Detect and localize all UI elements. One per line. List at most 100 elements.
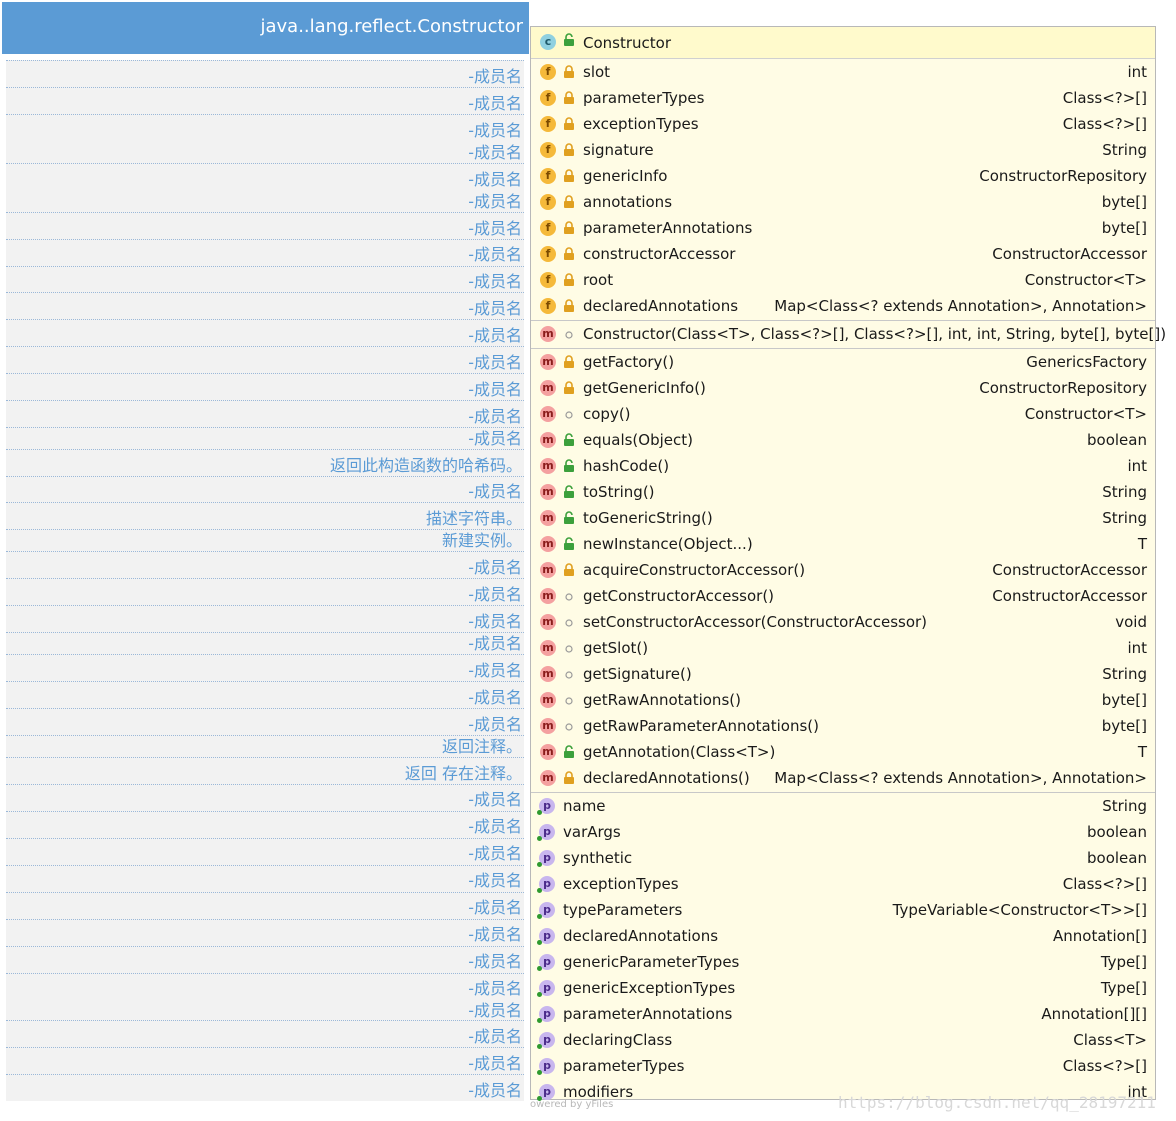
property-access-dot-icon bbox=[537, 836, 542, 841]
property-row[interactable]: p declaredAnnotations Annotation[] bbox=[531, 923, 1155, 949]
property-row[interactable]: p genericExceptionTypes Type[] bbox=[531, 975, 1155, 1001]
member-name: root bbox=[583, 271, 614, 289]
method-row[interactable]: m getSignature() String bbox=[531, 661, 1155, 687]
description-text: -成员名 bbox=[468, 612, 522, 631]
property-row[interactable]: p exceptionTypes Class<?>[] bbox=[531, 871, 1155, 897]
member-name: parameterAnnotations bbox=[583, 219, 753, 237]
method-row[interactable]: m copy() Constructor<T> bbox=[531, 401, 1155, 427]
member-name: hashCode() bbox=[583, 457, 670, 475]
field-row[interactable]: f signature String bbox=[531, 137, 1155, 163]
member-type: T bbox=[1137, 535, 1147, 553]
member-name: declaredAnnotations bbox=[563, 927, 719, 945]
private-lock-icon bbox=[564, 355, 574, 368]
method-row[interactable]: m getRawAnnotations() byte[] bbox=[531, 687, 1155, 713]
method-row[interactable]: m equals(Object) boolean bbox=[531, 427, 1155, 453]
method-row[interactable]: m setConstructorAccessor(ConstructorAcces… bbox=[531, 609, 1155, 635]
method-row[interactable]: m Constructor(Class<T>, Class<?>[], Class… bbox=[531, 321, 1166, 347]
member-name: getConstructorAccessor() bbox=[583, 587, 775, 605]
yfiles-watermark: owered by yFiles bbox=[530, 1099, 614, 1110]
description-text: -成员名 bbox=[468, 143, 522, 162]
description-row-text-wrap: -成员名 bbox=[6, 1050, 524, 1073]
property-row[interactable]: p typeParameters TypeVariable<Constructor<… bbox=[531, 897, 1155, 923]
method-row[interactable]: m newInstance(Object...) T bbox=[531, 531, 1155, 557]
public-visibility-icon bbox=[564, 459, 574, 472]
method-icon: m bbox=[540, 770, 556, 786]
method-row[interactable]: m declaredAnnotations() Map<Class<? extend… bbox=[531, 765, 1155, 791]
description-row-text-wrap: -成员名 bbox=[6, 268, 524, 291]
property-row[interactable]: p genericParameterTypes Type[] bbox=[531, 949, 1155, 975]
property-row[interactable]: p declaringClass Class<T> bbox=[531, 1027, 1155, 1053]
method-row[interactable]: m getRawParameterAnnotations() byte[] bbox=[531, 713, 1155, 739]
field-row[interactable]: f root Constructor<T> bbox=[531, 267, 1155, 293]
description-text: -成员名 bbox=[468, 817, 522, 836]
field-row[interactable]: f annotations byte[] bbox=[531, 189, 1155, 215]
member-name: declaringClass bbox=[563, 1031, 673, 1049]
description-row-text-wrap: -成员名 bbox=[6, 166, 524, 189]
field-icon: f bbox=[540, 298, 556, 314]
member-type: String bbox=[1102, 797, 1147, 815]
description-row-text-wrap: -成员名 bbox=[6, 894, 524, 917]
member-type: byte[] bbox=[1101, 691, 1147, 709]
package-visibility-icon bbox=[565, 619, 573, 627]
method-icon: m bbox=[540, 562, 556, 578]
property-row[interactable]: p name String bbox=[531, 793, 1155, 819]
field-row[interactable]: f genericInfo ConstructorRepository bbox=[531, 163, 1155, 189]
field-icon: f bbox=[540, 194, 556, 210]
description-text: -成员名 bbox=[468, 979, 522, 998]
method-row[interactable]: m getSlot() int bbox=[531, 635, 1155, 661]
member-type: Class<?>[] bbox=[1062, 1057, 1147, 1075]
private-lock-icon bbox=[564, 65, 574, 78]
description-row-text-wrap: -成员名 bbox=[6, 478, 524, 501]
property-access-dot-icon bbox=[537, 888, 542, 893]
member-name: annotations bbox=[583, 193, 673, 211]
member-type: Class<T> bbox=[1073, 1031, 1147, 1049]
package-visibility-icon bbox=[565, 723, 573, 731]
method-icon: m bbox=[540, 380, 556, 396]
property-access-dot-icon bbox=[537, 862, 542, 867]
member-type: String bbox=[1102, 665, 1147, 683]
method-row[interactable]: m hashCode() int bbox=[531, 453, 1155, 479]
field-row[interactable]: f exceptionTypes Class<?>[] bbox=[531, 111, 1155, 137]
description-row-text-wrap: -成员名 bbox=[6, 295, 524, 318]
description-row-text-wrap: -成员名 bbox=[6, 975, 524, 998]
field-icon: f bbox=[540, 272, 556, 288]
description-text: 返回 存在注释。 bbox=[404, 764, 522, 783]
property-row[interactable]: p varArgs boolean bbox=[531, 819, 1155, 845]
description-text: -成员名 bbox=[468, 661, 522, 680]
method-row[interactable]: m getConstructorAccessor() ConstructorAcce… bbox=[531, 583, 1155, 609]
field-icon: f bbox=[540, 90, 556, 106]
public-visibility-icon bbox=[564, 511, 574, 524]
method-row[interactable]: m getGenericInfo() ConstructorRepository bbox=[531, 375, 1155, 401]
method-row[interactable]: m toGenericString() String bbox=[531, 505, 1155, 531]
class-header[interactable]: c Constructor bbox=[531, 27, 1155, 59]
description-row-text-wrap: 描述字符串。 bbox=[6, 505, 524, 528]
method-row[interactable]: m toString() String bbox=[531, 479, 1155, 505]
field-row[interactable]: f parameterAnnotations byte[] bbox=[531, 215, 1155, 241]
property-row[interactable]: p parameterAnnotations Annotation[][] bbox=[531, 1001, 1155, 1027]
member-type: TypeVariable<Constructor<T>>[] bbox=[892, 901, 1147, 919]
description-text: -成员名 bbox=[468, 407, 522, 426]
private-lock-icon bbox=[564, 91, 574, 104]
private-lock-icon bbox=[564, 195, 574, 208]
field-row[interactable]: f parameterTypes Class<?>[] bbox=[531, 85, 1155, 111]
property-row[interactable]: p parameterTypes Class<?>[] bbox=[531, 1053, 1155, 1079]
member-name: Constructor(Class<T>, Class<?>[], Class<… bbox=[583, 325, 1167, 343]
method-icon: m bbox=[540, 666, 556, 682]
field-row[interactable]: f slot int bbox=[531, 59, 1155, 85]
member-type: int bbox=[1127, 457, 1147, 475]
member-type: Class<?>[] bbox=[1062, 89, 1147, 107]
description-text: -成员名 bbox=[468, 380, 522, 399]
method-row[interactable]: m getFactory() GenericsFactory bbox=[531, 349, 1155, 375]
field-row[interactable]: f declaredAnnotations Map<Class<? extends … bbox=[531, 293, 1155, 319]
method-row[interactable]: m acquireConstructorAccessor() Constructor… bbox=[531, 557, 1155, 583]
private-lock-icon bbox=[564, 143, 574, 156]
class-diagram-node[interactable]: c Constructor f slot int f parameterTypes Cla… bbox=[530, 26, 1166, 1101]
method-row[interactable]: m getAnnotation(Class<T>) T bbox=[531, 739, 1155, 765]
member-name: declaredAnnotations bbox=[583, 297, 739, 315]
property-row[interactable]: p synthetic boolean bbox=[531, 845, 1155, 871]
member-name: getFactory() bbox=[583, 353, 675, 371]
field-row[interactable]: f constructorAccessor ConstructorAccessor bbox=[531, 241, 1155, 267]
description-text: 返回注释。 bbox=[441, 737, 522, 756]
description-row-text-wrap: -成员名 bbox=[6, 425, 524, 448]
method-icon: m bbox=[540, 588, 556, 604]
